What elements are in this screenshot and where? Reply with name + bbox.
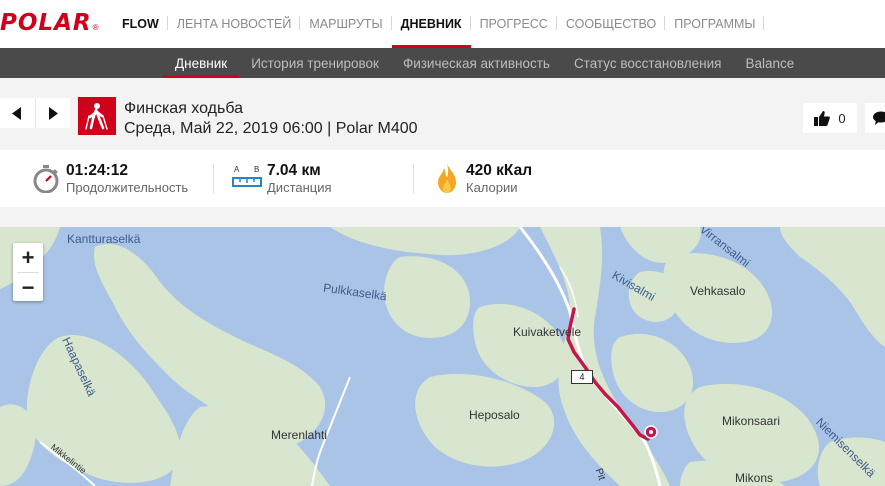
- nav-news-feed[interactable]: ЛЕНТА НОВОСТЕЙ: [168, 0, 301, 48]
- nav-flow[interactable]: FLOW: [113, 0, 168, 48]
- session-title: Финская ходьба: [124, 100, 244, 117]
- session-pager: [0, 98, 70, 128]
- polar-logo[interactable]: POLAR ®: [0, 10, 99, 36]
- distance-b-label: B: [254, 165, 260, 174]
- session-stats: 01:24:12 Продолжительность A B 7.04 км Д…: [0, 150, 885, 207]
- main-nav: FLOW ЛЕНТА НОВОСТЕЙ МАРШРУТЫ ДНЕВНИК ПРО…: [113, 0, 765, 48]
- map-label-merenlahti: Merenlahti: [271, 428, 328, 442]
- route-map[interactable]: + − 4 Kantturaselkä Pulkkaselkä Haapasel…: [0, 227, 885, 486]
- zoom-out-button[interactable]: −: [13, 273, 43, 302]
- section-gap: [0, 207, 885, 227]
- flame-icon: [438, 163, 456, 193]
- map-label-kantturaselka: Kantturaselkä: [67, 232, 141, 246]
- distance-label: Дистанция: [267, 180, 332, 195]
- duration-label: Продолжительность: [66, 180, 189, 195]
- nav-diary-label: ДНЕВНИК: [400, 17, 462, 31]
- nav-flow-label: FLOW: [122, 17, 159, 31]
- polar-logo-text: POLAR: [0, 10, 92, 36]
- calories-value: 420 кКал: [466, 162, 533, 179]
- stopwatch-icon: [33, 165, 59, 193]
- map-label-vehkasalo: Vehkasalo: [690, 284, 746, 298]
- subnav-training-history[interactable]: История тренировок: [239, 48, 391, 78]
- zoom-in-button[interactable]: +: [13, 243, 43, 272]
- subnav-recovery-status[interactable]: Статус восстановления: [562, 48, 734, 78]
- speech-bubble-icon: [873, 111, 885, 125]
- map-label-mikonsaari: Mikonsaari: [722, 414, 781, 428]
- subnav-physical-activity[interactable]: Физическая активность: [391, 48, 562, 78]
- session-header: Финская ходьба Среда, Май 22, 2019 06:00…: [0, 78, 885, 150]
- registered-mark: ®: [92, 22, 99, 32]
- nav-community[interactable]: СООБЩЕСТВО: [557, 0, 666, 48]
- nav-progress[interactable]: ПРОГРЕСС: [471, 0, 557, 48]
- arrow-right-icon: [48, 106, 58, 120]
- nav-diary[interactable]: ДНЕВНИК: [391, 0, 471, 48]
- map-canvas: [0, 227, 885, 486]
- calories-label: Калории: [466, 180, 518, 195]
- distance-a-label: A: [234, 165, 240, 174]
- duration-value: 01:24:12: [66, 162, 129, 179]
- top-navigation: POLAR ® FLOW ЛЕНТА НОВОСТЕЙ МАРШРУТЫ ДНЕ…: [0, 0, 885, 48]
- arrow-left-icon: [12, 106, 22, 120]
- nav-programs-label: ПРОГРАММЫ: [674, 17, 756, 31]
- like-count: 0: [838, 110, 846, 126]
- distance-ruler-icon: A B: [232, 165, 262, 193]
- subnav-diary[interactable]: Дневник: [163, 48, 240, 78]
- like-button[interactable]: 0: [803, 103, 857, 133]
- nav-programs[interactable]: ПРОГРАММЫ: [665, 0, 765, 48]
- nav-community-label: СООБЩЕСТВО: [565, 17, 657, 31]
- session-subtitle: Среда, Май 22, 2019 06:00 | Polar M400: [124, 120, 418, 137]
- next-session-button[interactable]: [35, 98, 70, 128]
- comment-button[interactable]: [865, 103, 885, 133]
- nav-progress-label: ПРОГРЕСС: [479, 17, 548, 31]
- nav-news-feed-label: ЛЕНТА НОВОСТЕЙ: [176, 17, 292, 31]
- nav-routes[interactable]: МАРШРУТЫ: [300, 0, 392, 48]
- walking-person-icon: [78, 97, 116, 135]
- map-label-kuivaketvele: Kuivaketvele: [513, 325, 582, 339]
- sub-navigation: Дневник История тренировок Физическая ак…: [0, 48, 885, 78]
- distance-value: 7.04 км: [267, 162, 321, 179]
- map-label-heposalo: Heposalo: [469, 408, 520, 422]
- subnav-balance[interactable]: Balance: [733, 48, 806, 78]
- map-label-mikons: Mikons: [735, 471, 774, 485]
- road-number-badge: 4: [571, 370, 593, 384]
- thumbs-up-icon: [814, 110, 831, 126]
- map-zoom-control: + −: [13, 243, 43, 301]
- previous-session-button[interactable]: [0, 98, 35, 128]
- nav-routes-label: МАРШРУТЫ: [309, 17, 383, 31]
